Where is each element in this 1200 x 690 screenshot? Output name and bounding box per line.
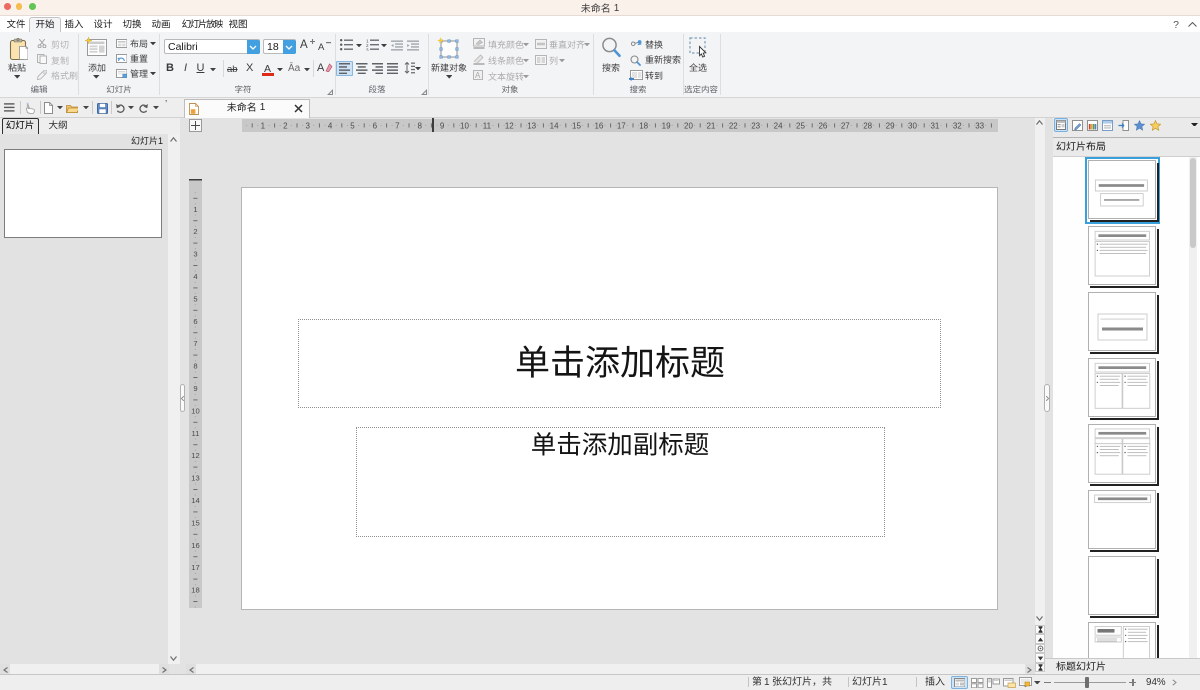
- svg-text:9: 9: [193, 384, 197, 393]
- svg-text:31: 31: [930, 122, 939, 131]
- svg-text:9: 9: [440, 122, 445, 131]
- svg-text:26: 26: [818, 122, 827, 131]
- svg-text:14: 14: [550, 122, 559, 131]
- svg-text:23: 23: [751, 122, 760, 131]
- svg-text:13: 13: [527, 122, 536, 131]
- svg-text:1: 1: [193, 205, 197, 214]
- svg-text:14: 14: [191, 496, 199, 505]
- svg-text:28: 28: [863, 122, 872, 131]
- svg-text:11: 11: [483, 122, 492, 131]
- svg-text:33: 33: [975, 122, 984, 131]
- svg-text:24: 24: [774, 122, 783, 131]
- svg-text:18: 18: [191, 586, 199, 595]
- svg-text:8: 8: [417, 122, 422, 131]
- svg-text:3: 3: [366, 48, 369, 52]
- svg-text:22: 22: [729, 122, 738, 131]
- svg-text:A: A: [475, 71, 481, 80]
- svg-text:11: 11: [192, 429, 200, 438]
- svg-text:12: 12: [191, 451, 199, 460]
- svg-text:12: 12: [505, 122, 514, 131]
- svg-text:20: 20: [684, 122, 693, 131]
- svg-text:5: 5: [193, 294, 197, 303]
- svg-text:15: 15: [572, 122, 581, 131]
- svg-text:5: 5: [350, 122, 355, 131]
- svg-text:6: 6: [193, 317, 197, 326]
- svg-text:21: 21: [706, 122, 715, 131]
- svg-text:18: 18: [639, 122, 648, 131]
- svg-text:2: 2: [283, 122, 288, 131]
- svg-text:17: 17: [191, 563, 199, 572]
- svg-text:27: 27: [841, 122, 850, 131]
- svg-text:17: 17: [617, 122, 626, 131]
- svg-text:7: 7: [395, 122, 400, 131]
- svg-text:3: 3: [305, 122, 310, 131]
- svg-text:15: 15: [191, 518, 199, 527]
- svg-text:25: 25: [796, 122, 805, 131]
- svg-text:32: 32: [953, 122, 962, 131]
- svg-text:29: 29: [886, 122, 895, 131]
- svg-text:16: 16: [594, 122, 603, 131]
- svg-text:13: 13: [191, 474, 199, 483]
- svg-text:6: 6: [373, 122, 378, 131]
- svg-text:10: 10: [460, 122, 469, 131]
- svg-text:4: 4: [193, 272, 197, 281]
- svg-text:3: 3: [193, 250, 197, 259]
- svg-text:4: 4: [328, 122, 333, 131]
- svg-text:16: 16: [191, 541, 199, 550]
- svg-text:8: 8: [193, 362, 197, 371]
- svg-text:30: 30: [908, 122, 917, 131]
- svg-text:19: 19: [662, 122, 671, 131]
- svg-text:7: 7: [193, 339, 197, 348]
- svg-text:10: 10: [191, 406, 199, 415]
- svg-text:2: 2: [193, 227, 197, 236]
- svg-text:1: 1: [261, 122, 266, 131]
